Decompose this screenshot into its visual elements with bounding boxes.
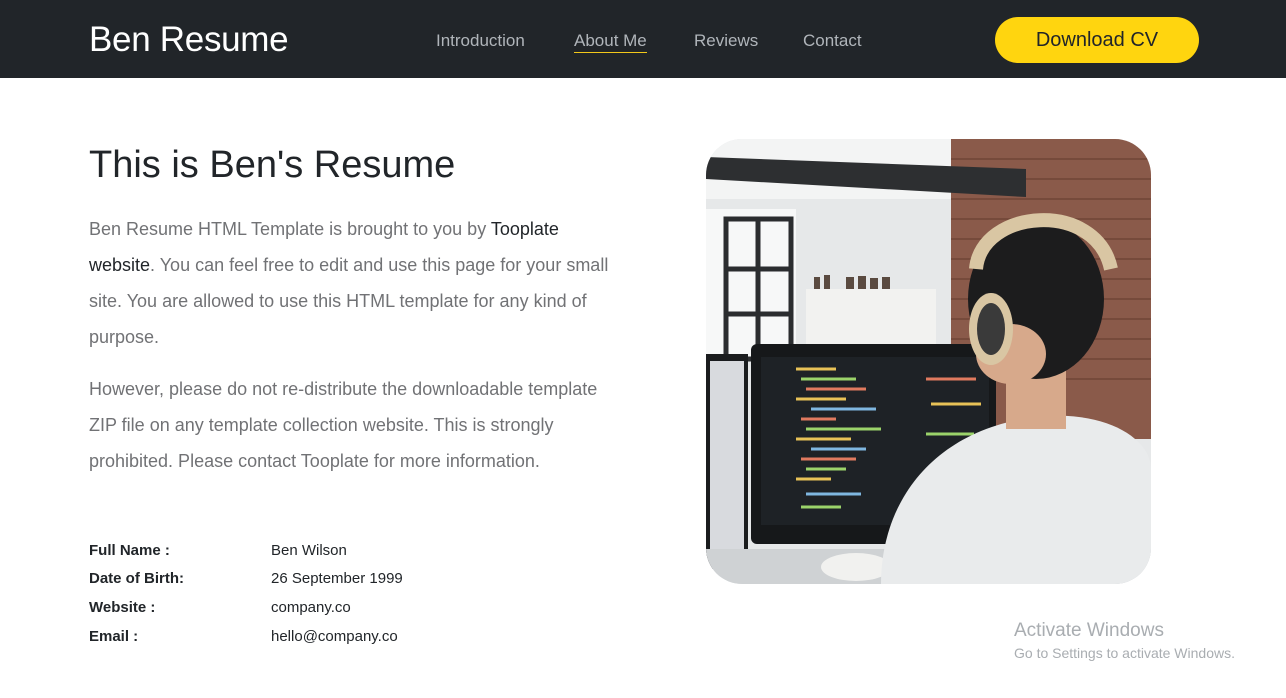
brand-logo[interactable]: Ben Resume: [89, 20, 289, 60]
email-value: hello@company.co: [271, 628, 398, 645]
info-row-website: Website : company.co: [89, 599, 489, 621]
dob-value: 26 September 1999: [271, 570, 403, 587]
nav-link-reviews[interactable]: Reviews: [694, 31, 758, 51]
website-value: company.co: [271, 599, 351, 616]
full-name-label: Full Name :: [89, 542, 170, 559]
activate-windows-subtitle: Go to Settings to activate Windows.: [1014, 645, 1235, 661]
activate-windows-title: Activate Windows: [1014, 620, 1164, 641]
full-name-value: Ben Wilson: [271, 542, 347, 559]
info-row-email: Email : hello@company.co: [89, 628, 489, 650]
notice-paragraph: However, please do not re-distribute the…: [89, 379, 598, 471]
intro-text-before: Ben Resume HTML Template is brought to y…: [89, 219, 491, 239]
page-title: This is Ben's Resume: [89, 144, 456, 186]
email-label: Email :: [89, 628, 139, 645]
info-row-full-name: Full Name : Ben Wilson: [89, 542, 489, 564]
nav-link-introduction[interactable]: Introduction: [436, 31, 525, 51]
profile-photo: [706, 139, 1151, 584]
intro-text-after: . You can feel free to edit and use this…: [89, 255, 609, 347]
download-cv-button[interactable]: Download CV: [995, 17, 1199, 63]
nav-link-about-me[interactable]: About Me: [574, 31, 647, 53]
nav-link-contact[interactable]: Contact: [803, 31, 862, 51]
dob-label: Date of Birth:: [89, 570, 184, 587]
info-row-date-of-birth: Date of Birth: 26 September 1999: [89, 570, 489, 592]
website-label: Website :: [89, 599, 156, 616]
intro-paragraph: Ben Resume HTML Template is brought to y…: [89, 211, 614, 355]
navbar: Ben Resume Introduction About Me Reviews…: [0, 0, 1286, 78]
